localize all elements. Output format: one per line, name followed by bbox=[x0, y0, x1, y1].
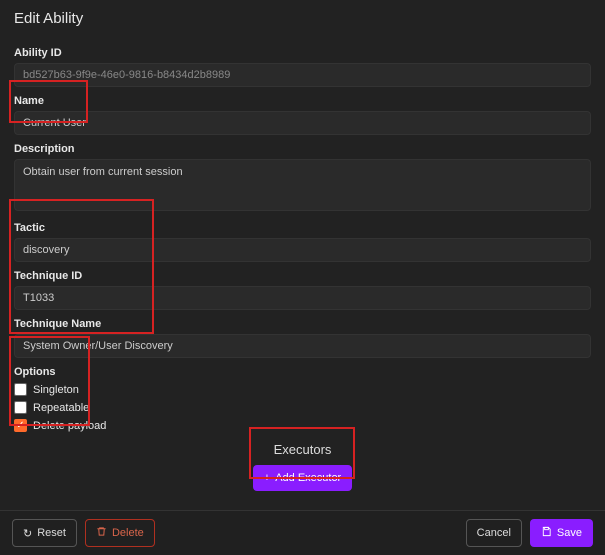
save-icon bbox=[541, 526, 552, 540]
modal-title: Edit Ability bbox=[0, 0, 605, 35]
label-tactic: Tactic bbox=[14, 222, 591, 234]
field-technique-name: Technique Name bbox=[14, 318, 591, 358]
checkbox-singleton[interactable] bbox=[14, 383, 27, 396]
field-tactic: Tactic bbox=[14, 222, 591, 262]
reset-button[interactable]: ↻ Reset bbox=[12, 519, 77, 547]
trash-icon bbox=[96, 526, 107, 540]
input-technique-name[interactable] bbox=[14, 334, 591, 358]
label-name: Name bbox=[14, 95, 591, 107]
input-name[interactable] bbox=[14, 111, 591, 135]
field-name: Name bbox=[14, 95, 591, 135]
checkbox-repeatable[interactable] bbox=[14, 401, 27, 414]
field-technique-id: Technique ID bbox=[14, 270, 591, 310]
label-technique-id: Technique ID bbox=[14, 270, 591, 282]
label-description: Description bbox=[14, 143, 591, 155]
cancel-label: Cancel bbox=[477, 527, 511, 539]
field-description: Description bbox=[14, 143, 591, 214]
modal-footer: ↻ Reset Delete Cancel Save bbox=[0, 510, 605, 555]
reset-label: Reset bbox=[37, 527, 66, 539]
delete-label: Delete bbox=[112, 527, 144, 539]
cancel-button[interactable]: Cancel bbox=[466, 519, 522, 547]
option-singleton-row: Singleton bbox=[14, 383, 591, 396]
label-options: Options bbox=[14, 366, 591, 378]
add-executor-label: Add Executor bbox=[275, 472, 341, 484]
input-tactic[interactable] bbox=[14, 238, 591, 262]
undo-icon: ↻ bbox=[23, 527, 32, 540]
input-technique-id[interactable] bbox=[14, 286, 591, 310]
input-description[interactable] bbox=[14, 159, 591, 211]
checkbox-delete-payload-label: Delete payload bbox=[33, 420, 106, 432]
add-executor-button[interactable]: + Add Executor bbox=[253, 465, 352, 491]
option-repeatable-row: Repeatable bbox=[14, 401, 591, 414]
checkbox-repeatable-label: Repeatable bbox=[33, 402, 89, 414]
options-group: Options Singleton Repeatable ✓ Delete pa… bbox=[14, 366, 591, 432]
save-button[interactable]: Save bbox=[530, 519, 593, 547]
modal-body: Ability ID Name Description Tactic Techn… bbox=[0, 35, 605, 525]
field-ability-id: Ability ID bbox=[14, 47, 591, 87]
checkbox-delete-payload[interactable]: ✓ bbox=[14, 419, 27, 432]
executors-title: Executors bbox=[14, 442, 591, 457]
save-label: Save bbox=[557, 527, 582, 539]
input-ability-id[interactable] bbox=[14, 63, 591, 87]
label-ability-id: Ability ID bbox=[14, 47, 591, 59]
option-delete-payload-row: ✓ Delete payload bbox=[14, 419, 591, 432]
checkbox-singleton-label: Singleton bbox=[33, 384, 79, 396]
plus-icon: + bbox=[264, 472, 270, 484]
delete-button[interactable]: Delete bbox=[85, 519, 155, 547]
label-technique-name: Technique Name bbox=[14, 318, 591, 330]
executors-section: Executors + Add Executor bbox=[14, 436, 591, 501]
